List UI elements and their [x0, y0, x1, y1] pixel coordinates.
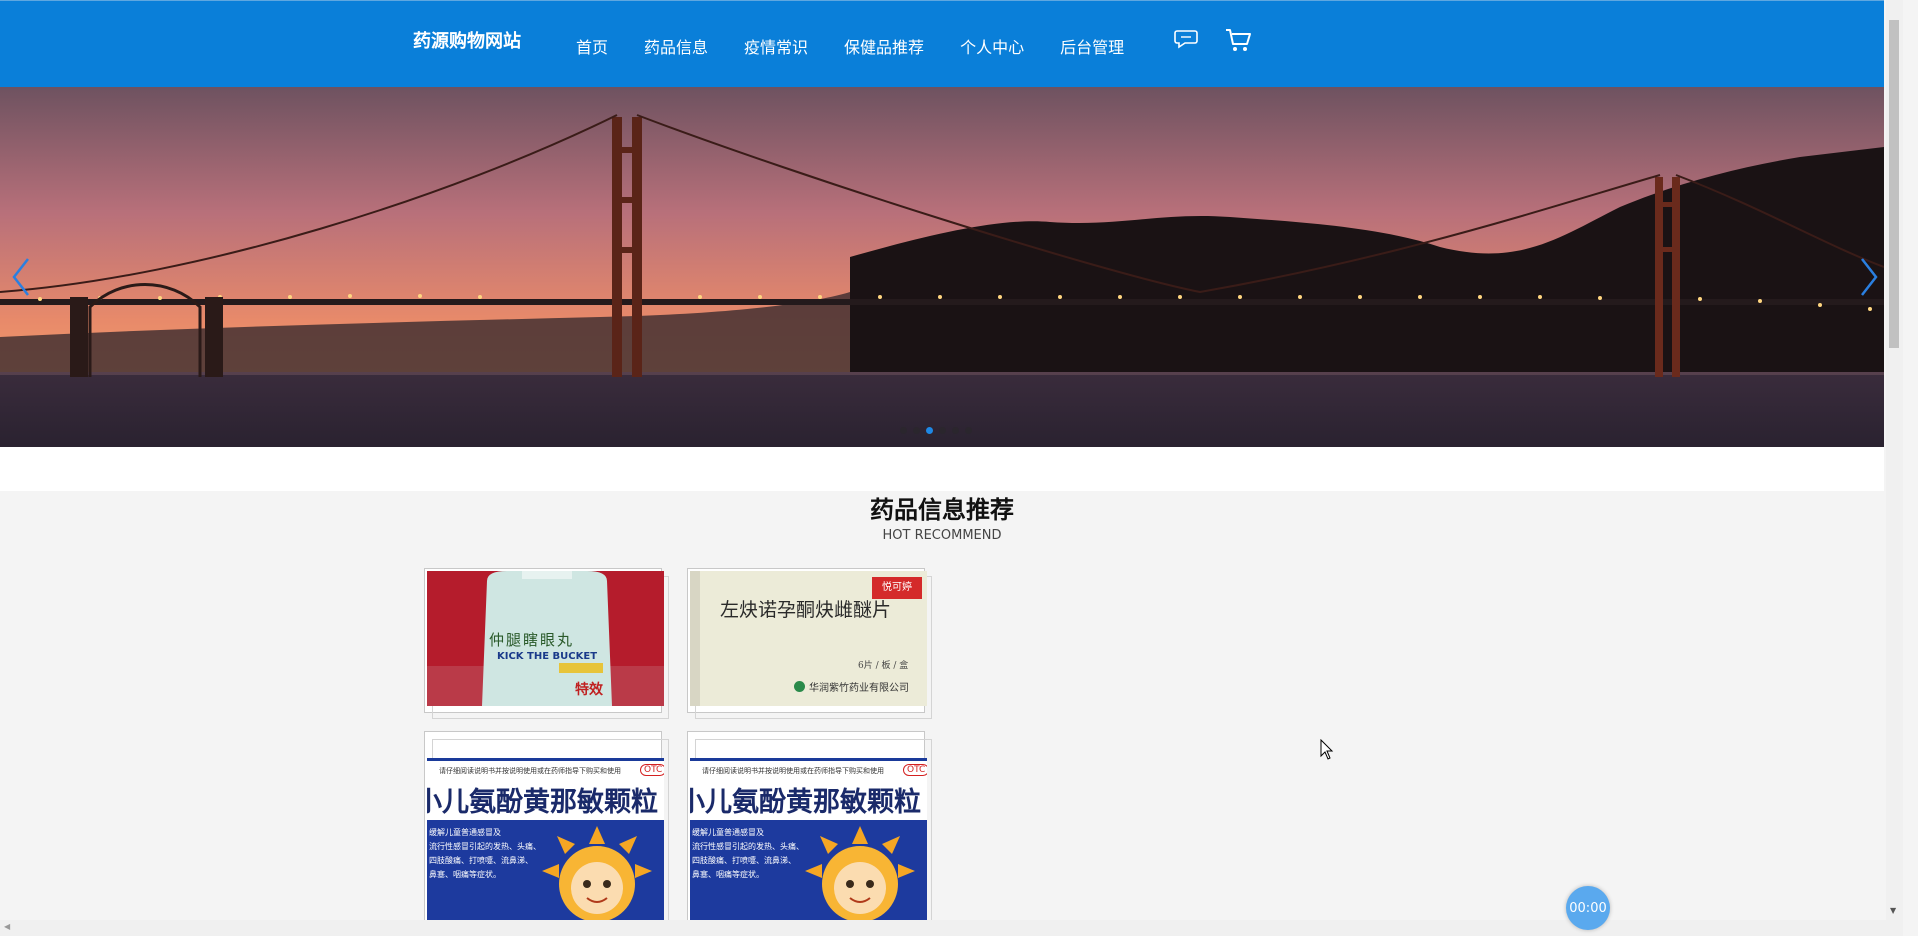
timer-badge[interactable]: 00:00	[1566, 886, 1610, 930]
product-image: 悦可婷 左炔诺孕酮炔雌醚片 6片 / 板 / 盒 华润紫竹药业有限公司	[690, 571, 927, 706]
sun-mascot-icon	[542, 826, 652, 920]
carousel-dot[interactable]	[965, 427, 972, 434]
product-card[interactable]: 请仔细阅读说明书并按说明使用或在药师指导下购买和使用 OTC 小儿氨酚黄那敏颗粒…	[424, 731, 669, 927]
chat-icon[interactable]	[1174, 28, 1198, 54]
vertical-scrollbar[interactable]: ▼	[1886, 0, 1903, 920]
carousel-prev-arrow[interactable]	[4, 247, 40, 307]
scroll-left-arrow-icon[interactable]: ◀	[4, 922, 10, 931]
carousel-dot[interactable]	[926, 427, 933, 434]
product-box-name: 小儿氨酚黄那敏颗粒	[427, 787, 658, 818]
sun-mascot-icon	[805, 826, 915, 920]
carousel-dot[interactable]	[952, 427, 959, 434]
top-navbar: 药源购物网站 首页 药品信息 疫情常识 保健品推荐 个人中心 后台管理	[0, 0, 1884, 87]
nav-epidemic-knowledge[interactable]: 疫情常识	[744, 34, 808, 58]
main-nav: 首页 药品信息 疫情常识 保健品推荐 个人中心 后台管理	[576, 34, 1160, 58]
maker-logo-icon	[794, 681, 805, 692]
product-box-spec: 6片 / 板 / 盒	[858, 661, 909, 671]
carousel-indicators	[900, 427, 972, 434]
product-image: 请仔细阅读说明书并按说明使用或在药师指导下购买和使用 OTC 小儿氨酚黄那敏颗粒…	[690, 758, 927, 920]
product-box-name: 小儿氨酚黄那敏颗粒	[690, 787, 921, 818]
bottle-label-text: 仲腿瞎眼丸	[489, 631, 575, 649]
carousel-dot[interactable]	[939, 427, 946, 434]
bottle-label-en: KICK THE BUCKET	[497, 651, 598, 662]
carousel-next-arrow[interactable]	[1850, 247, 1884, 307]
carousel-dot[interactable]	[900, 427, 907, 434]
product-card[interactable]: 请仔细阅读说明书并按说明使用或在药师指导下购买和使用 OTC 小儿氨酚黄那敏颗粒…	[687, 731, 932, 927]
otc-badge: OTC	[640, 764, 664, 776]
nav-health-products[interactable]: 保健品推荐	[844, 34, 924, 58]
product-image: 仲腿瞎眼丸 KICK THE BUCKET 特效	[427, 571, 664, 706]
otc-badge: OTC	[903, 764, 927, 776]
bridge-sunset-image	[0, 87, 1884, 447]
nav-admin[interactable]: 后台管理	[1060, 34, 1124, 58]
product-box-maker: 华润紫竹药业有限公司	[809, 683, 909, 694]
section-title: 药品信息推荐	[870, 496, 1014, 524]
product-card[interactable]: 仲腿瞎眼丸 KICK THE BUCKET 特效	[424, 568, 669, 719]
site-logo[interactable]: 药源购物网站	[413, 27, 521, 53]
mouse-cursor-icon	[1320, 739, 1334, 760]
vertical-scroll-thumb[interactable]	[1889, 20, 1899, 348]
scroll-down-arrow-icon[interactable]: ▼	[1890, 906, 1896, 915]
nav-personal-center[interactable]: 个人中心	[960, 34, 1024, 58]
product-box-note: 请仔细阅读说明书并按说明使用或在药师指导下购买和使用	[439, 767, 621, 775]
product-image: 请仔细阅读说明书并按说明使用或在药师指导下购买和使用 OTC 小儿氨酚黄那敏颗粒…	[427, 758, 664, 920]
spacer-band	[0, 447, 1884, 491]
bottle-label-red: 特效	[575, 682, 603, 698]
product-box-name: 左炔诺孕酮炔雌醚片	[720, 599, 892, 621]
hero-carousel[interactable]	[0, 87, 1884, 447]
product-box-note: 请仔细阅读说明书并按说明使用或在药师指导下购买和使用	[702, 767, 884, 775]
nav-medicine-info[interactable]: 药品信息	[644, 34, 708, 58]
section-subtitle: HOT RECOMMEND	[882, 528, 1002, 543]
cart-icon[interactable]	[1224, 26, 1252, 58]
nav-home[interactable]: 首页	[576, 34, 608, 58]
horizontal-scrollbar[interactable]: ◀	[0, 920, 1903, 936]
product-card[interactable]: 悦可婷 左炔诺孕酮炔雌醚片 6片 / 板 / 盒 华润紫竹药业有限公司	[687, 568, 932, 719]
carousel-dot[interactable]	[913, 427, 920, 434]
